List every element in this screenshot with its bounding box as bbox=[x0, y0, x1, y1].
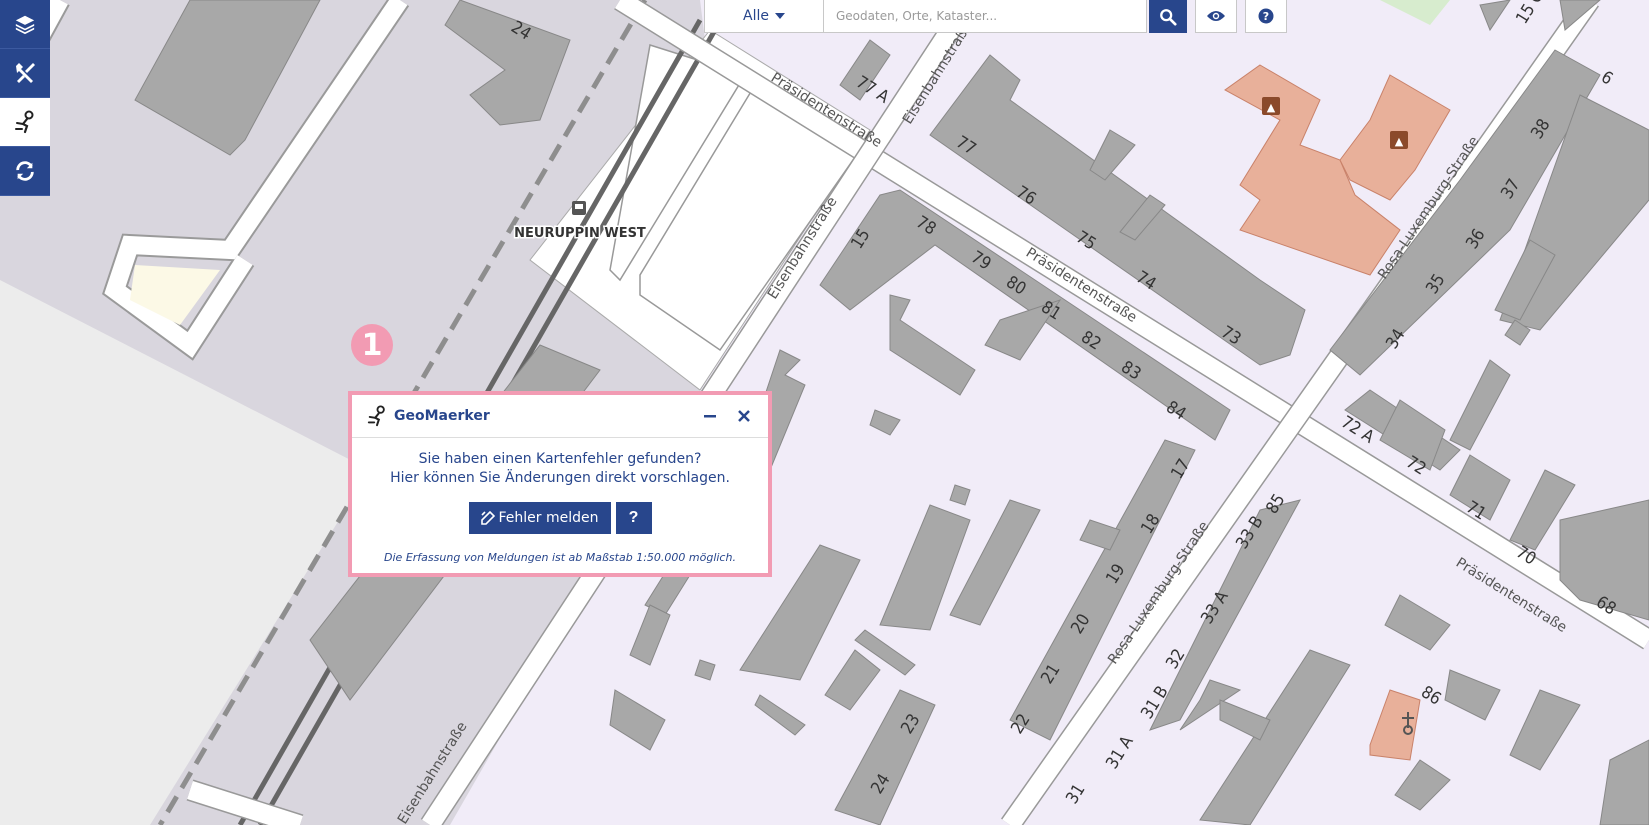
eye-icon bbox=[1207, 11, 1225, 21]
tools-icon bbox=[16, 63, 35, 83]
geomaerker-icon bbox=[367, 405, 385, 427]
geomaerker-dialog: GeoMaerker Sie haben einen Kartenfehler … bbox=[348, 391, 772, 577]
dialog-header[interactable]: GeoMaerker bbox=[352, 395, 768, 438]
dialog-scale-note: Die Erfassung von Meldungen ist ab Maßst… bbox=[384, 551, 736, 564]
geomaerker-button[interactable] bbox=[0, 98, 50, 147]
dialog-help-label: ? bbox=[628, 509, 639, 526]
caret-down-icon bbox=[774, 13, 785, 19]
minimize-button[interactable] bbox=[698, 404, 722, 428]
help-icon: ? bbox=[1258, 8, 1274, 24]
dialog-button-row: Fehler melden ? bbox=[352, 502, 768, 534]
refresh-icon bbox=[16, 161, 34, 181]
tools-button[interactable] bbox=[0, 49, 50, 98]
report-error-label: Fehler melden bbox=[498, 510, 599, 526]
step-marker-number: 1 bbox=[361, 327, 383, 363]
refresh-button[interactable] bbox=[0, 147, 50, 196]
search-button[interactable] bbox=[1149, 0, 1187, 33]
visibility-button[interactable] bbox=[1195, 0, 1237, 33]
school-icon-1: ▲ bbox=[1262, 97, 1280, 115]
station-label: NEURUPPIN WEST bbox=[514, 226, 646, 241]
step-marker: 1 bbox=[351, 324, 393, 366]
layers-icon bbox=[15, 15, 35, 35]
bus-stop-icon bbox=[572, 201, 586, 215]
search-filter-label: Alle bbox=[743, 8, 769, 24]
close-icon bbox=[738, 410, 750, 422]
dialog-title: GeoMaerker bbox=[394, 408, 490, 424]
sidebar bbox=[0, 0, 50, 196]
search-icon bbox=[1160, 8, 1177, 26]
close-button[interactable] bbox=[732, 404, 756, 428]
map-canvas[interactable]: ▲ ▲ NEURUPPIN WEST Präsidentenstraße Prä… bbox=[0, 0, 1649, 825]
svg-text:?: ? bbox=[1263, 10, 1269, 23]
search-input[interactable] bbox=[824, 0, 1147, 33]
minimize-icon bbox=[704, 415, 716, 418]
svg-text:▲: ▲ bbox=[1395, 135, 1404, 148]
layers-button[interactable] bbox=[0, 0, 50, 49]
dialog-text-line2: Hier können Sie Änderungen direkt vorsch… bbox=[390, 470, 730, 486]
school-icon-2: ▲ bbox=[1390, 131, 1408, 149]
dialog-text-line1: Sie haben einen Kartenfehler gefunden? bbox=[418, 451, 702, 467]
dialog-body: Sie haben einen Kartenfehler gefunden? H… bbox=[352, 438, 768, 567]
report-error-button[interactable]: Fehler melden bbox=[468, 502, 611, 534]
dialog-help-button[interactable]: ? bbox=[615, 502, 652, 534]
geomaerker-icon bbox=[15, 110, 34, 134]
search-filter-select[interactable]: Alle bbox=[704, 0, 824, 33]
search-bar: Alle ? bbox=[704, 0, 1287, 33]
help-toolbar-button[interactable]: ? bbox=[1245, 0, 1287, 33]
map-edit-icon bbox=[480, 511, 495, 525]
svg-text:▲: ▲ bbox=[1267, 101, 1276, 114]
